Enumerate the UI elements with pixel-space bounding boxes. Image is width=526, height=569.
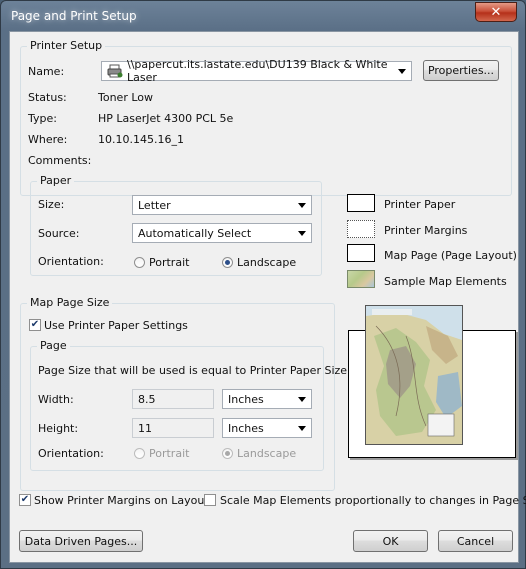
printer-paper-swatch: [347, 194, 375, 212]
height-input[interactable]: 11: [132, 418, 214, 438]
width-input[interactable]: 8.5: [132, 389, 214, 409]
paper-landscape-label: Landscape: [237, 256, 297, 269]
ok-button[interactable]: OK: [353, 530, 428, 552]
width-label: Width:: [38, 393, 74, 406]
legend-map-page: Map Page (Page Layout): [384, 249, 517, 262]
height-unit-dropdown[interactable]: Inches: [222, 418, 312, 438]
printer-setup-group-label: Printer Setup: [27, 39, 106, 52]
map-page-size-group-label: Map Page Size: [27, 296, 113, 309]
show-margins-label: Show Printer Margins on Layout: [34, 494, 209, 507]
sample-map-image: [366, 306, 462, 444]
printer-margins-swatch: [347, 220, 375, 238]
comments-label: Comments:: [28, 154, 92, 167]
close-button[interactable]: ✕: [475, 2, 517, 22]
page-orientation-label: Orientation:: [38, 447, 104, 460]
status-value: Toner Low: [98, 91, 153, 104]
use-printer-settings-label: Use Printer Paper Settings: [44, 319, 188, 332]
map-page-outline: [365, 305, 463, 445]
width-unit-dropdown[interactable]: Inches: [222, 389, 312, 409]
chevron-down-icon: [398, 69, 406, 74]
paper-orientation-label: Orientation:: [38, 255, 104, 268]
legend-printer-paper: Printer Paper: [384, 198, 456, 211]
dialog-window: Page and Print Setup ✕ Printer Setup Nam…: [0, 0, 526, 569]
paper-source-value: Automatically Select: [138, 226, 252, 240]
chevron-down-icon: [298, 203, 306, 208]
page-portrait-radio[interactable]: [134, 448, 145, 459]
paper-landscape-radio[interactable]: [222, 257, 233, 268]
scale-elements-label: Scale Map Elements proportionally to cha…: [220, 494, 526, 507]
printer-name-dropdown[interactable]: \\papercut.its.iastate.edu\DU139 Black &…: [101, 58, 412, 84]
page-size-info-text: Page Size that will be used is equal to …: [38, 364, 348, 377]
use-printer-settings-checkbox[interactable]: ✔: [29, 319, 41, 331]
page-group-label: Page: [37, 339, 70, 352]
cancel-button[interactable]: Cancel: [438, 530, 513, 552]
show-margins-checkbox[interactable]: ✔: [19, 494, 31, 506]
where-label: Where:: [28, 133, 68, 146]
printer-name-label: Name:: [28, 65, 65, 78]
network-printer-icon: [107, 64, 123, 78]
paper-size-dropdown[interactable]: Letter: [132, 195, 312, 215]
paper-portrait-radio[interactable]: [134, 257, 145, 268]
page-preview: [348, 305, 516, 458]
checkmark-icon: ✔: [20, 494, 30, 505]
type-label: Type:: [28, 112, 57, 125]
checkmark-icon: ✔: [30, 319, 40, 330]
properties-button[interactable]: Properties...: [423, 60, 499, 81]
map-page-swatch: [347, 244, 375, 262]
window-title: Page and Print Setup: [11, 9, 137, 23]
paper-size-value: Letter: [138, 198, 171, 212]
type-value: HP LaserJet 4300 PCL 5e: [98, 112, 234, 125]
page-landscape-radio[interactable]: [222, 448, 233, 459]
paper-portrait-label: Portrait: [149, 256, 190, 269]
dialog-client-area: Printer Setup Name: \\papercut.its.iasta…: [9, 31, 526, 563]
paper-source-label: Source:: [38, 227, 80, 240]
printer-name-value: \\papercut.its.iastate.edu\DU139 Black &…: [127, 58, 388, 84]
sample-map-swatch: [347, 270, 375, 288]
paper-group-label: Paper: [37, 174, 75, 187]
where-value: 10.10.145.16_1: [98, 133, 184, 146]
height-unit-value: Inches: [228, 421, 264, 435]
width-unit-value: Inches: [228, 392, 264, 406]
paper-source-dropdown[interactable]: Automatically Select: [132, 223, 312, 243]
close-icon: ✕: [490, 4, 502, 20]
page-landscape-label: Landscape: [237, 447, 297, 460]
page-portrait-label: Portrait: [149, 447, 190, 460]
legend-printer-margins: Printer Margins: [384, 224, 468, 237]
status-label: Status:: [28, 91, 67, 104]
chevron-down-icon: [298, 231, 306, 236]
chevron-down-icon: [298, 397, 306, 402]
height-label: Height:: [38, 422, 79, 435]
scale-elements-checkbox[interactable]: [204, 494, 216, 506]
data-driven-pages-button[interactable]: Data Driven Pages...: [19, 530, 143, 552]
paper-size-label: Size:: [38, 198, 65, 211]
chevron-down-icon: [298, 426, 306, 431]
legend-sample-map: Sample Map Elements: [384, 275, 507, 288]
